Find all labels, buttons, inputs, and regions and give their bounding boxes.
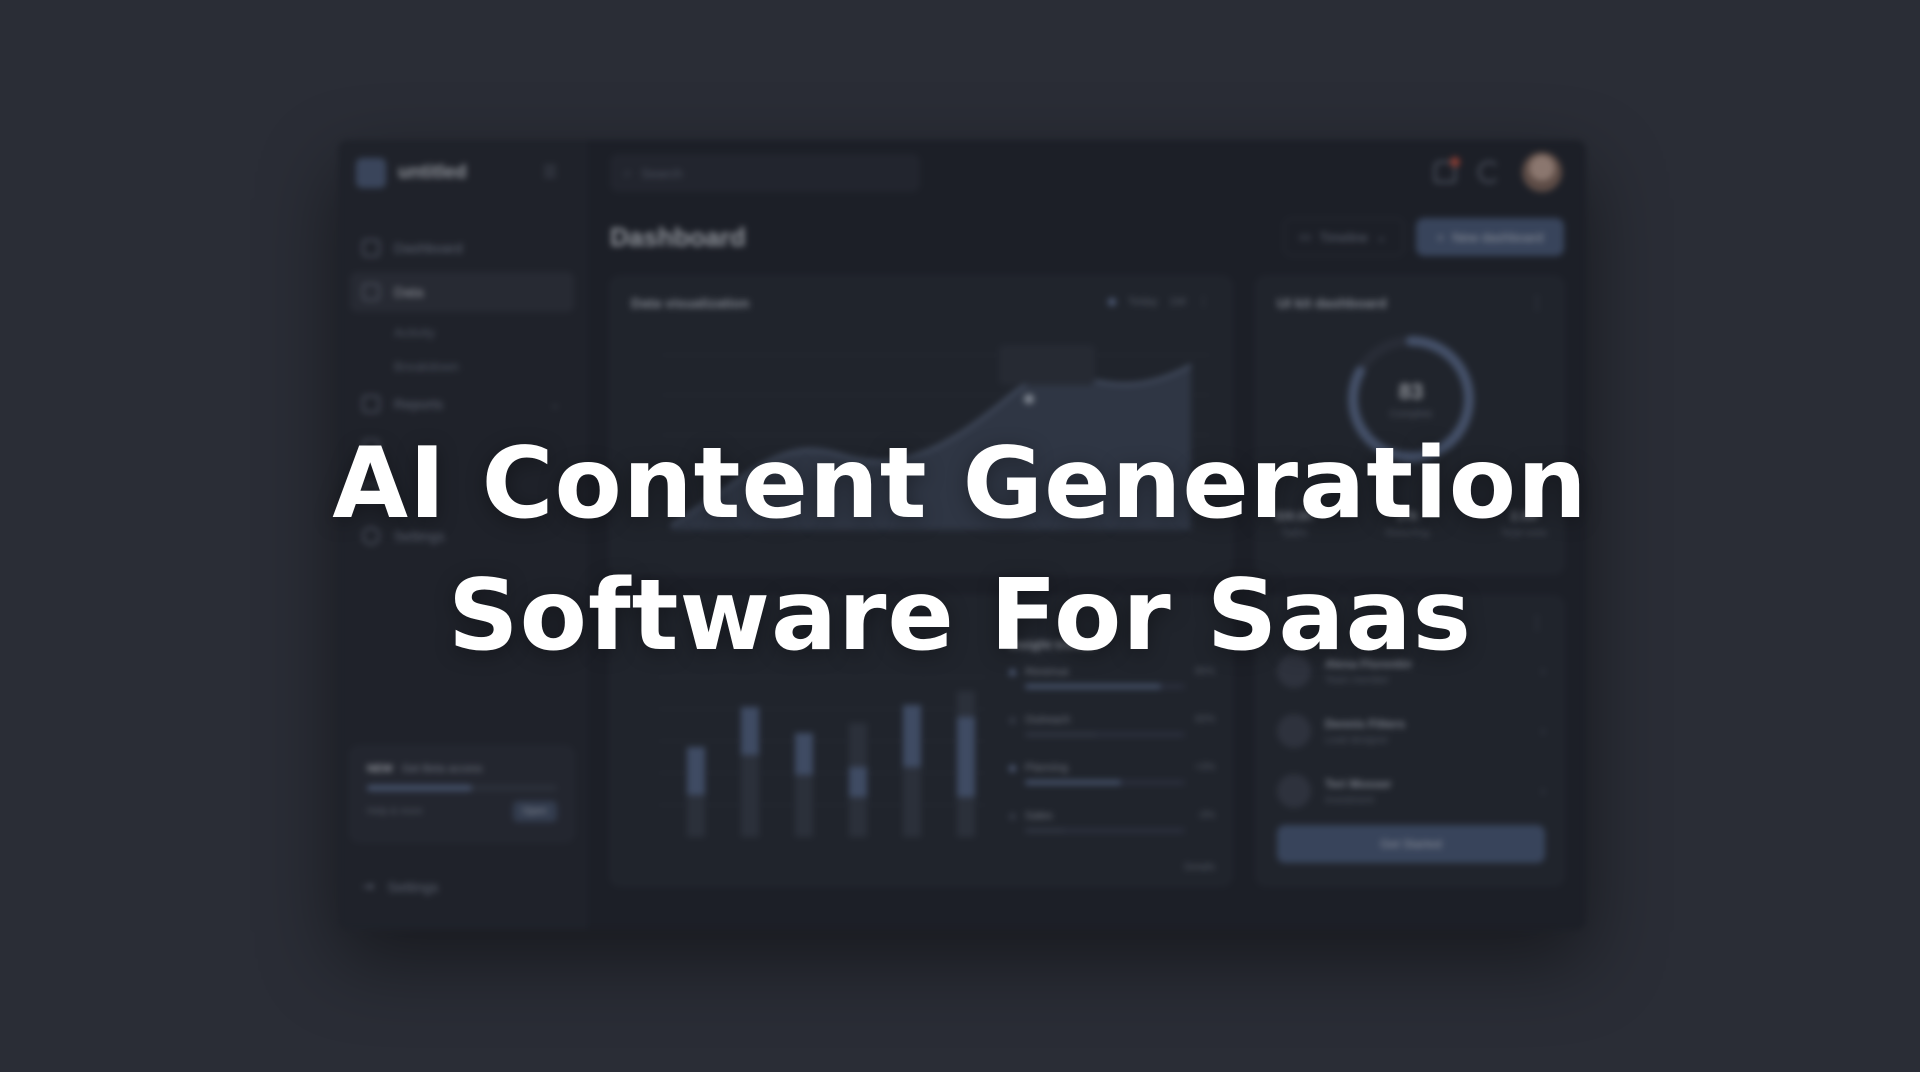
headline: AI Content Generation Software For Saas	[0, 418, 1920, 682]
headline-line-1: AI Content Generation	[332, 427, 1588, 541]
headline-line-2: Software For Saas	[448, 559, 1472, 673]
